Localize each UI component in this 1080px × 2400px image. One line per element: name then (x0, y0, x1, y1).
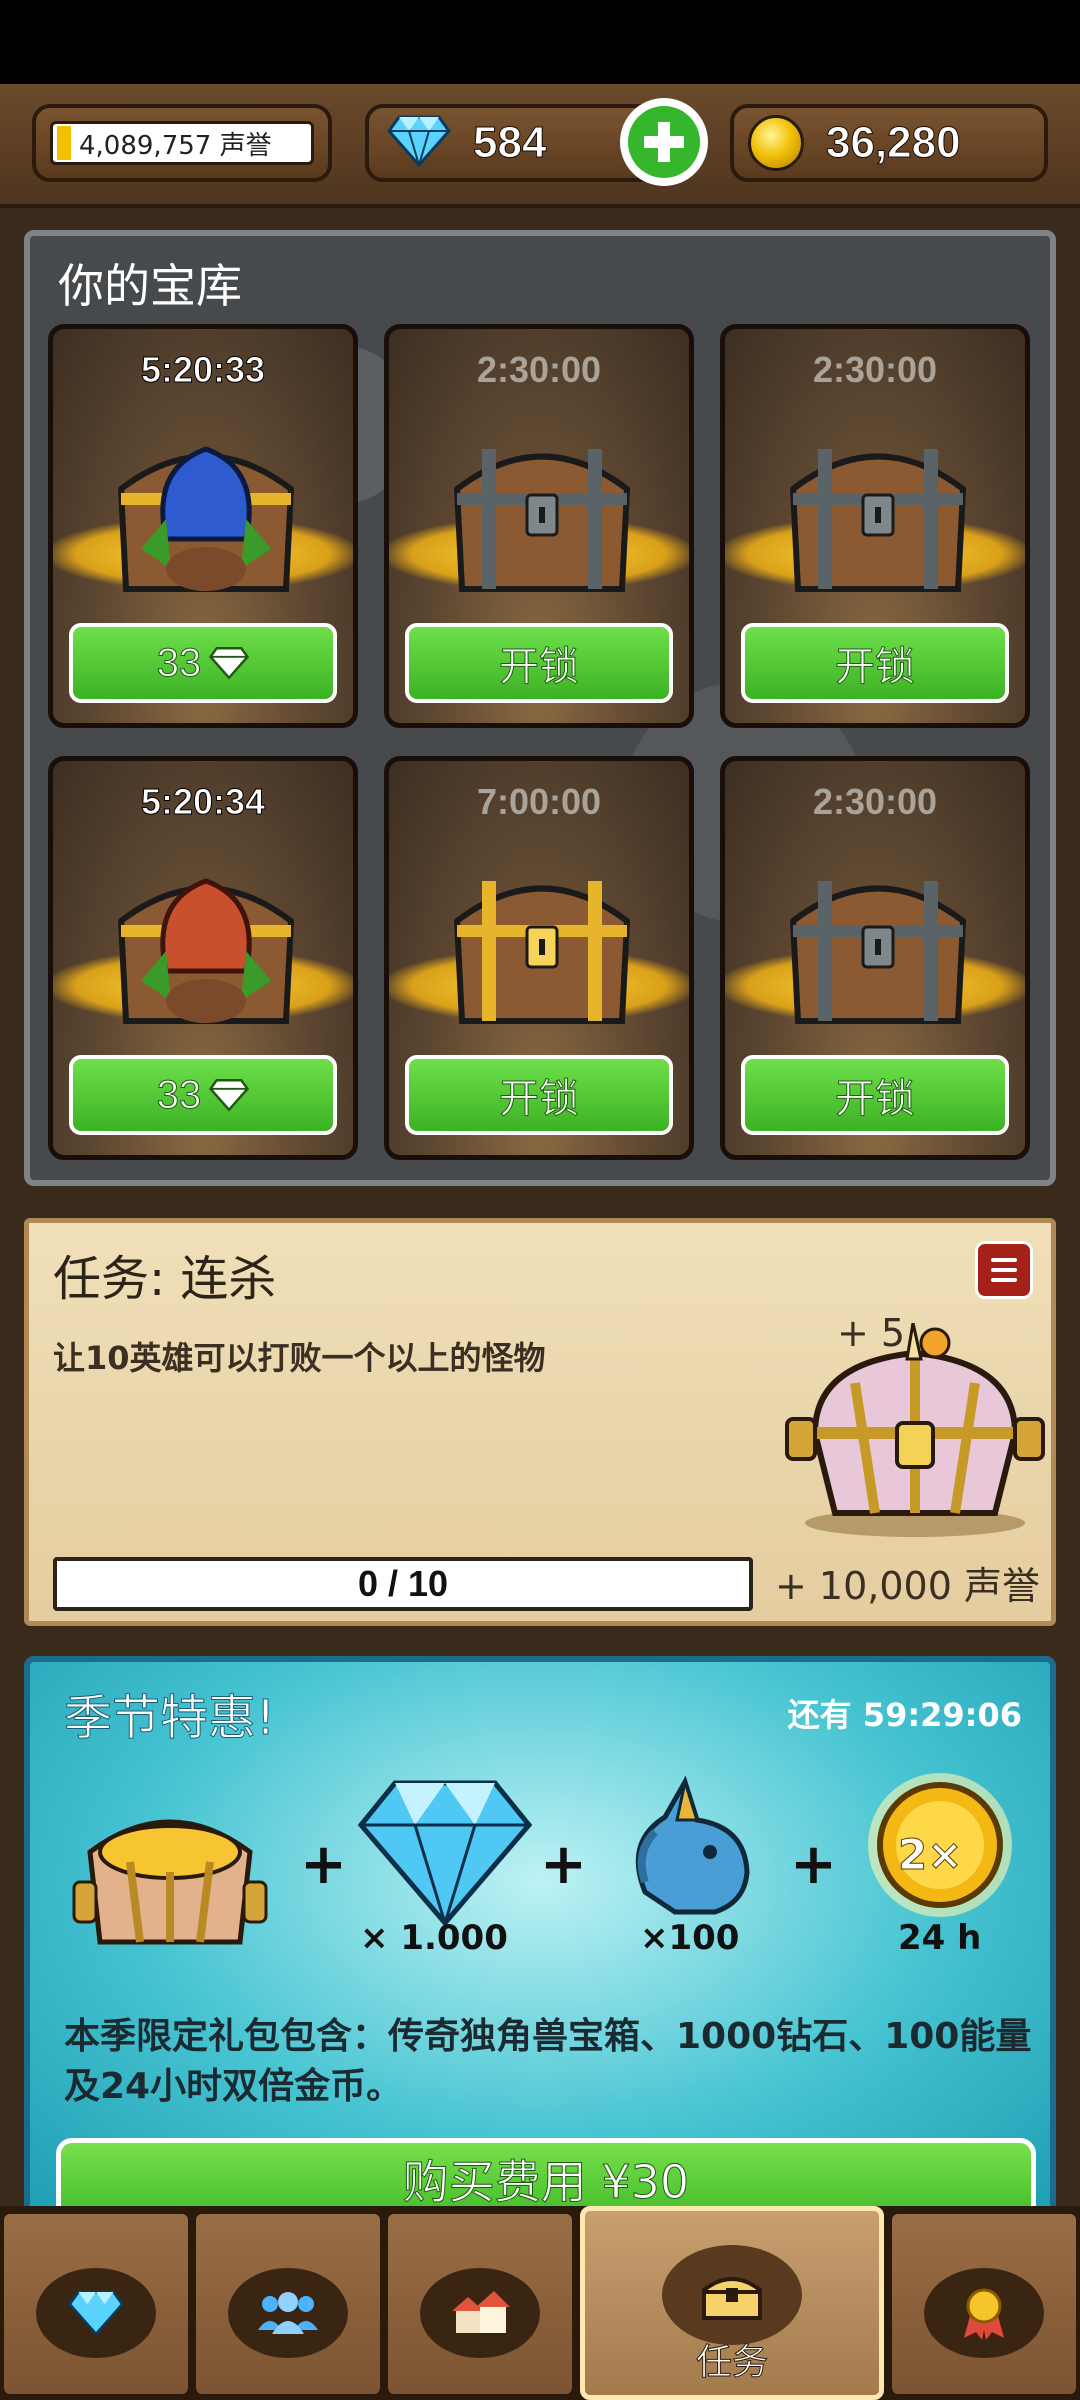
legendary-chest-icon (72, 1819, 268, 1945)
vault-title: 你的宝库 (58, 260, 242, 312)
vault-panel: 你的宝库 5:20:33 33 2:30:00 开锁 2:30:00 开锁 5:20:34 3… (24, 230, 1056, 1186)
chest-timer: 5:20:33 (140, 349, 266, 391)
nav-tab-heroes[interactable] (192, 2210, 384, 2398)
plus-sign: + (540, 1832, 587, 1897)
houses-icon (452, 2291, 510, 2333)
unlock-button[interactable]: 开锁 (405, 623, 673, 703)
double-coin-duration: 24 h (898, 1918, 982, 1958)
plus-sign: + (790, 1832, 837, 1897)
reputation-counter: 4,089,757 声誉 (32, 104, 332, 182)
progress-text: 0 / 10 (357, 1563, 449, 1604)
nav-tab-shop[interactable] (0, 2210, 192, 2398)
button-label: 开锁 (499, 645, 580, 690)
unlock-button[interactable]: 开锁 (741, 1055, 1009, 1135)
chest-timer: 2:30:00 (812, 781, 938, 822)
button-label: 开锁 (835, 645, 916, 690)
offer-description: 本季限定礼包包含：传奇独角兽宝箱、1000钻石、100能量及24小时双倍金币。 (64, 2016, 1032, 2107)
medal-icon (964, 2288, 1004, 2340)
coin-count: 36,280 (826, 118, 962, 168)
energy-amount: ×100 (640, 1918, 740, 1958)
chest-slot[interactable]: 5:20:34 33 (48, 756, 358, 1160)
diamond-icon (387, 115, 451, 171)
nav-circle (420, 2268, 540, 2358)
season-offer-panel: 季节特惠! 还有 59:29:06 + × 1.000 + ×100 + 2× … (24, 1656, 1056, 2238)
button-label: 开锁 (835, 1077, 916, 1122)
quest-progress-bar: 0 / 10 (53, 1557, 753, 1611)
status-bar (0, 0, 1080, 84)
legendary-chest-icon (785, 1323, 1045, 1537)
quest-panel: 任务: 连杀 让10英雄可以打败一个以上的怪物 + 5 0 / 10 + 10,… (24, 1218, 1056, 1626)
diamond-icon (209, 1079, 250, 1111)
chest-icon (702, 2277, 762, 2320)
chest-slot[interactable]: 7:00:00 开锁 (384, 756, 694, 1160)
chest-slot[interactable]: 2:30:00 开锁 (720, 324, 1030, 728)
plus-icon (628, 106, 700, 178)
chest-slot[interactable]: 2:30:00 开锁 (720, 756, 1030, 1160)
button-label: 开锁 (499, 1077, 580, 1122)
people-icon (258, 2292, 318, 2334)
diamond-amount: × 1.000 (360, 1918, 508, 1958)
reputation-field: 4,089,757 声誉 (50, 121, 314, 165)
nav-circle (228, 2268, 348, 2358)
nav-circle (36, 2268, 156, 2358)
chest-timer: 7:00:00 (476, 781, 602, 822)
unlock-button[interactable]: 开锁 (741, 623, 1009, 703)
multiplier-label: 2× (897, 1830, 963, 1880)
speed-up-button[interactable]: 33 (69, 623, 337, 703)
coin-counter: 36,280 (730, 104, 1048, 182)
chest-timer: 5:20:34 (140, 781, 266, 823)
gold-coin-icon (748, 115, 804, 171)
chest-slot[interactable]: 2:30:00 开锁 (384, 324, 694, 728)
nav-circle (662, 2245, 802, 2345)
plus-sign: + (300, 1832, 347, 1897)
nav-tab-label: 任务 (695, 2342, 768, 2384)
quest-description: 让10英雄可以打败一个以上的怪物 (53, 1339, 546, 1377)
reputation-bar-icon (57, 126, 71, 160)
button-label: 33 (156, 640, 202, 685)
button-label: 33 (156, 1072, 202, 1117)
chest-slot[interactable]: 5:20:33 33 (48, 324, 358, 728)
bottom-nav: 任务 (0, 2206, 1080, 2400)
diamond-icon (68, 2290, 124, 2336)
quest-title: 任务: 连杀 (53, 1251, 277, 1307)
gem-count: 584 (472, 118, 547, 168)
chest-timer: 2:30:00 (476, 349, 602, 390)
nav-tab-achievements[interactable] (888, 2210, 1080, 2398)
offer-title: 季节特惠! (63, 1690, 276, 1747)
nav-tab-quests[interactable]: 任务 (580, 2206, 884, 2400)
nav-tab-town[interactable] (384, 2210, 576, 2398)
reputation-value: 4,089,757 声誉 (79, 130, 272, 161)
nav-circle (924, 2268, 1044, 2358)
quest-menu-button[interactable] (975, 1241, 1033, 1299)
offer-timer: 还有 59:29:06 (787, 1696, 1022, 1734)
chest-timer: 2:30:00 (812, 349, 938, 390)
diamond-icon (209, 647, 250, 679)
unlock-button[interactable]: 开锁 (405, 1055, 673, 1135)
diamond-icon (357, 1780, 533, 1927)
buy-gems-button[interactable] (620, 98, 708, 186)
quest-reward: + 10,000 声誉 (775, 1564, 1040, 1608)
unicorn-energy-icon (635, 1775, 750, 1915)
speed-up-button[interactable]: 33 (69, 1055, 337, 1135)
resource-bar: 4,089,757 声誉 584 36,280 (0, 84, 1080, 208)
